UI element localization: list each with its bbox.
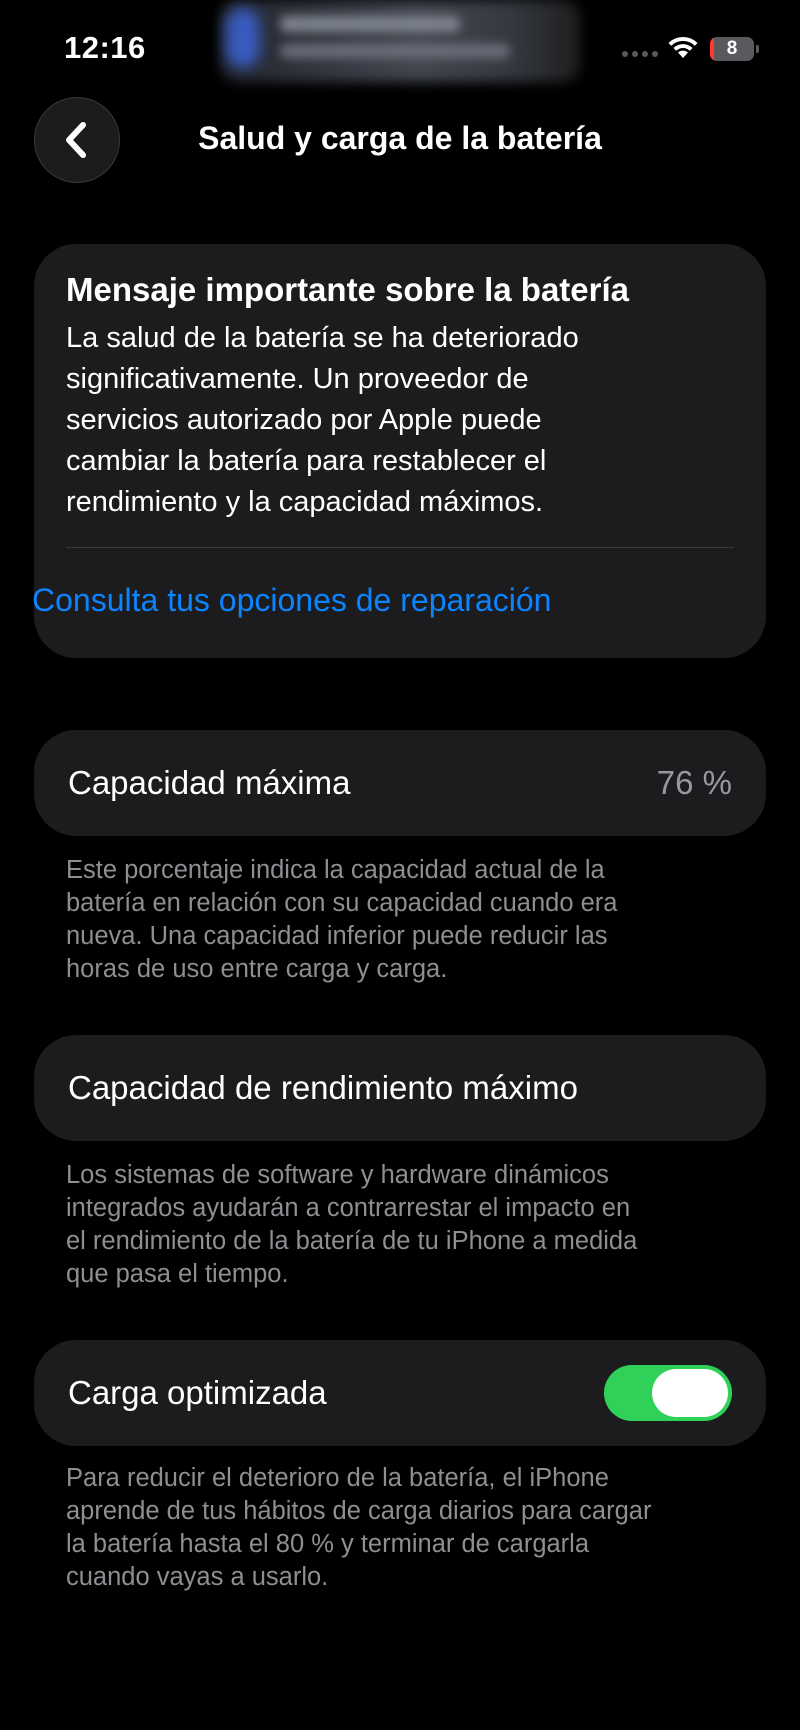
divider [66, 547, 734, 548]
status-bar: 12:16 8 [0, 0, 800, 100]
description-line: Este porcentaje indica la capacidad actu… [66, 856, 605, 884]
description-line: cuando vayas a usarlo. [66, 1563, 329, 1591]
toggle-knob [652, 1369, 728, 1417]
blurred-notification-title [280, 16, 460, 32]
max-capacity-value: 76 % [656, 764, 732, 801]
peak-performance-label: Capacidad de rendimiento máximo [68, 1069, 578, 1106]
message-body-line: cambiar la batería para restablecer el [66, 445, 547, 477]
description-line: Los sistemas de software y hardware diná… [66, 1161, 609, 1189]
description-line: que pasa el tiempo. [66, 1260, 289, 1288]
description-line: aprende de tus hábitos de carga diarios … [66, 1497, 652, 1525]
message-body-line: rendimiento y la capacidad máximos. [66, 486, 544, 518]
message-body-line: significativamente. Un proveedor de [66, 363, 529, 395]
battery-level: 8 [726, 38, 738, 59]
description-line: Para reducir el deterioro de la batería,… [66, 1464, 609, 1492]
wifi-icon [668, 36, 698, 58]
repair-options-link[interactable]: Consulta tus opciones de reparación [32, 582, 551, 619]
description-line: nueva. Una capacidad inferior puede redu… [66, 922, 608, 950]
message-body: La salud de la batería se ha deteriorado… [66, 318, 734, 523]
message-body-line: La salud de la batería se ha deteriorado [66, 322, 579, 354]
description-line: el rendimiento de la batería de tu iPhon… [66, 1227, 638, 1255]
peak-performance-row[interactable]: Capacidad de rendimiento máximo [34, 1035, 766, 1141]
description-line: horas de uso entre carga y carga. [66, 955, 448, 983]
optimized-charging-row: Carga optimizada [34, 1340, 766, 1446]
optimized-charging-description: Para reducir el deterioro de la batería,… [66, 1462, 746, 1594]
max-capacity-row: Capacidad máxima 76 % [34, 730, 766, 836]
page-title: Salud y carga de la batería [198, 120, 602, 156]
optimized-charging-label: Carga optimizada [68, 1374, 327, 1411]
description-line: batería en relación con su capacidad cua… [66, 889, 618, 917]
signal-dots-icon [622, 51, 658, 57]
optimized-charging-toggle[interactable] [604, 1365, 732, 1421]
max-capacity-label: Capacidad máxima [68, 764, 351, 801]
blurred-notification-icon [226, 8, 260, 68]
message-body-line: servicios autorizado por Apple puede [66, 404, 542, 436]
battery-icon: 8 [710, 37, 760, 61]
blurred-notification-text [280, 44, 510, 58]
blurred-notification [220, 0, 580, 82]
message-title: Mensaje importante sobre la batería [66, 271, 630, 308]
description-line: la batería hasta el 80 % y terminar de c… [66, 1530, 590, 1558]
description-line: integrados ayudarán a contrarrestar el i… [66, 1194, 631, 1222]
status-time: 12:16 [64, 30, 146, 65]
peak-performance-description: Los sistemas de software y hardware diná… [66, 1159, 746, 1291]
max-capacity-description: Este porcentaje indica la capacidad actu… [66, 854, 746, 986]
